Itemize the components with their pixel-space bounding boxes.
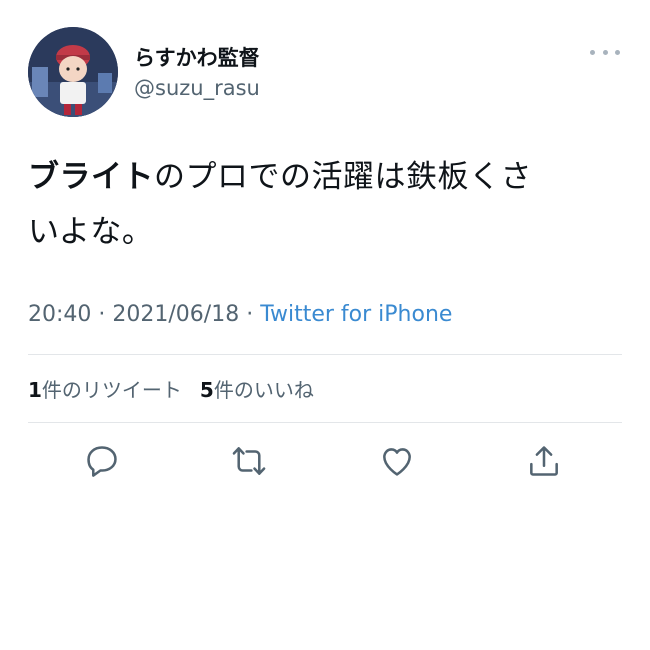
- tweet-mention: ブライト: [28, 159, 154, 195]
- tweet-text-line2: いよな。: [28, 214, 154, 250]
- tweet-source[interactable]: Twitter for iPhone: [260, 302, 452, 327]
- tweet-stats: 1件のリツイート 5件のいいね: [28, 374, 314, 403]
- tweet-text-line1: のプロでの活躍は鉄板くさ: [154, 159, 532, 195]
- action-bar: [0, 442, 650, 482]
- reply-icon: [87, 446, 117, 477]
- author-handle[interactable]: @suzu_rasu: [134, 76, 260, 100]
- tweet-meta: 20:40 · 2021/06/18 · Twitter for iPhone: [28, 302, 452, 327]
- share-icon: [530, 446, 558, 476]
- avatar[interactable]: [28, 27, 118, 117]
- more-horizontal-icon[interactable]: [590, 42, 620, 62]
- likes-count: 5: [199, 378, 214, 402]
- tweet-card: らすかわ監督 @suzu_rasu ブライトのプロでの活躍は鉄板くさ いよな。 …: [0, 0, 650, 650]
- retweet-button[interactable]: [230, 442, 268, 480]
- retweets-stat[interactable]: 1件のリツイート: [28, 378, 182, 402]
- tweet-date[interactable]: 2021/06/18: [112, 302, 239, 327]
- tweet-time[interactable]: 20:40: [28, 302, 91, 327]
- meta-separator: ·: [91, 302, 113, 327]
- likes-stat[interactable]: 5件のいいね: [200, 378, 314, 402]
- retweet-icon: [232, 447, 266, 475]
- like-button[interactable]: [378, 442, 416, 480]
- divider: [28, 422, 622, 423]
- likes-label: 件のいいね: [213, 378, 314, 402]
- avatar-image: [28, 27, 118, 117]
- retweets-count: 1: [28, 378, 42, 402]
- reply-button[interactable]: [83, 442, 121, 480]
- divider: [28, 354, 622, 355]
- retweets-label: 件のリツイート: [41, 378, 182, 402]
- tweet-text: ブライトのプロでの活躍は鉄板くさ いよな。: [28, 150, 618, 260]
- author-name[interactable]: らすかわ監督: [134, 42, 260, 72]
- heart-icon: [383, 448, 411, 476]
- share-button[interactable]: [525, 442, 563, 480]
- meta-separator: ·: [239, 302, 261, 327]
